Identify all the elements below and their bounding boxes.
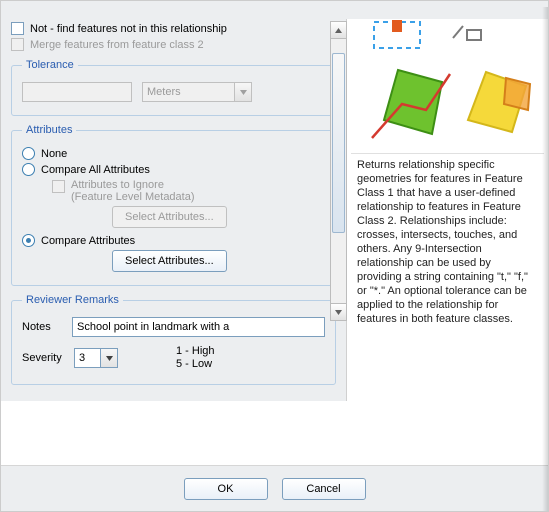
ignore-label: Attributes to Ignore (Feature Level Meta…	[71, 179, 195, 203]
select-attrs-label: Select Attributes...	[125, 255, 214, 267]
ok-button[interactable]: OK	[184, 478, 268, 500]
tolerance-input	[22, 82, 132, 102]
reviewer-remarks-group: Reviewer Remarks Notes School point in l…	[11, 294, 336, 385]
severity-high: 1 - High	[176, 345, 215, 358]
notes-label: Notes	[22, 321, 66, 333]
help-illustration	[351, 17, 544, 153]
compare-all-radio-row[interactable]: Compare All Attributes	[22, 163, 325, 176]
ignore-label-line2: (Feature Level Metadata)	[71, 191, 195, 203]
scroll-up-button[interactable]	[331, 22, 346, 39]
left-panel: Not - find features not in this relation…	[1, 13, 346, 401]
severity-low: 5 - Low	[176, 358, 215, 371]
chevron-down-icon[interactable]	[100, 349, 117, 367]
scroll-thumb[interactable]	[332, 53, 345, 233]
severity-combo[interactable]: 3	[74, 348, 118, 368]
severity-scale: 1 - High 5 - Low	[176, 345, 215, 371]
attributes-group: Attributes None Compare All Attributes A…	[11, 124, 336, 286]
cancel-button[interactable]: Cancel	[282, 478, 366, 500]
notes-input[interactable]: School point in landmark with a	[72, 317, 325, 337]
not-checkbox-label: Not - find features not in this relation…	[30, 23, 227, 35]
tolerance-legend: Tolerance	[22, 59, 78, 71]
select-attrs-disabled-label: Select Attributes...	[125, 211, 214, 223]
ignore-attrs-row: Attributes to Ignore (Feature Level Meta…	[52, 179, 325, 203]
compare-all-radio[interactable]	[22, 163, 35, 176]
relationship-diagram-icon	[358, 20, 538, 150]
select-attributes-button-disabled: Select Attributes...	[112, 206, 227, 228]
select-attributes-button[interactable]: Select Attributes...	[112, 250, 227, 272]
dialog-footer: OK Cancel	[1, 465, 548, 511]
not-checkbox-row[interactable]: Not - find features not in this relation…	[11, 22, 336, 35]
merge-checkbox	[11, 38, 24, 51]
merge-checkbox-label: Merge features from feature class 2	[30, 39, 204, 51]
severity-value: 3	[79, 352, 85, 364]
merge-checkbox-row: Merge features from feature class 2	[11, 38, 336, 51]
notes-value: School point in landmark with a	[77, 321, 229, 333]
chevron-down-icon	[234, 83, 251, 101]
not-checkbox[interactable]	[11, 22, 24, 35]
dialog-window: Not - find features not in this relation…	[0, 0, 549, 512]
help-panel: Returns relationship specific geometries…	[346, 13, 548, 401]
tolerance-unit-value: Meters	[147, 86, 181, 98]
compare-radio[interactable]	[22, 234, 35, 247]
tolerance-unit-combo: Meters	[142, 82, 252, 102]
tolerance-group: Tolerance Meters	[11, 59, 336, 116]
select-attrs-disabled-row: Select Attributes...	[112, 206, 325, 228]
none-radio-label: None	[41, 148, 67, 160]
reviewer-legend: Reviewer Remarks	[22, 294, 123, 306]
compare-radio-label: Compare Attributes	[41, 235, 135, 247]
ignore-label-line1: Attributes to Ignore	[71, 179, 164, 191]
help-text: Returns relationship specific geometries…	[351, 153, 544, 330]
scroll-track[interactable]	[331, 39, 346, 303]
scrollbar[interactable]	[330, 21, 347, 321]
cancel-label: Cancel	[306, 483, 340, 495]
severity-label: Severity	[22, 352, 66, 364]
scroll-down-button[interactable]	[331, 303, 346, 320]
none-radio[interactable]	[22, 147, 35, 160]
attributes-legend: Attributes	[22, 124, 76, 136]
main-area: Not - find features not in this relation…	[1, 13, 548, 401]
ok-label: OK	[218, 483, 234, 495]
torn-edge	[1, 1, 548, 13]
compare-radio-row[interactable]: Compare Attributes	[22, 234, 325, 247]
compare-all-radio-label: Compare All Attributes	[41, 164, 150, 176]
select-attrs-row: Select Attributes...	[112, 250, 325, 272]
ignore-checkbox	[52, 180, 65, 193]
none-radio-row[interactable]: None	[22, 147, 325, 160]
